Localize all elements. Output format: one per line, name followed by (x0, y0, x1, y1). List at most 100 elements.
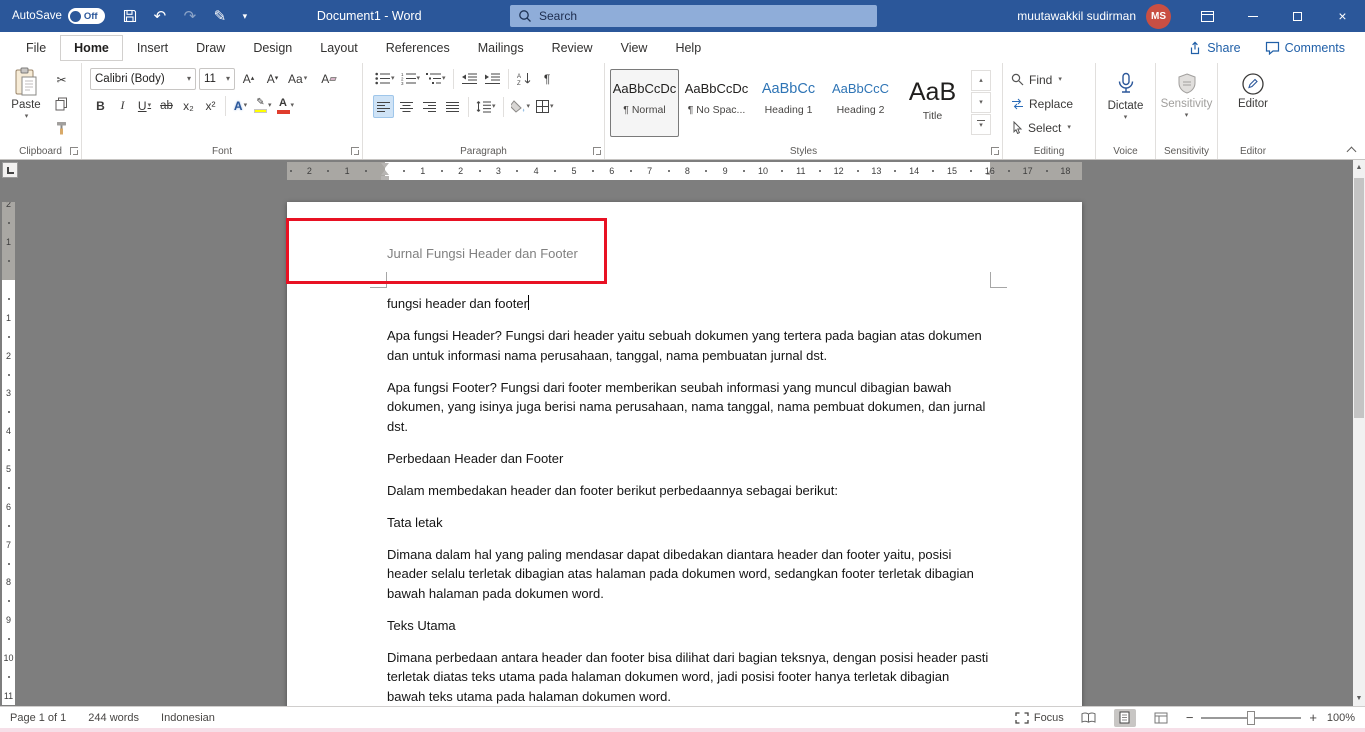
copy-button[interactable] (51, 93, 72, 115)
horizontal-ruler[interactable]: 2 1 1 2 3 4 5 6 7 8 9 10 11 12 13 14 15 16 17 18 (287, 162, 1082, 180)
ribbon-tab-design[interactable]: Design (239, 35, 306, 61)
cursor-line[interactable]: fungsi header dan footer (387, 294, 990, 314)
justify-button[interactable] (442, 95, 463, 118)
ribbon-tab-help[interactable]: Help (661, 35, 715, 61)
scrollbar-thumb[interactable] (1354, 178, 1364, 418)
account-name[interactable]: muutawakkil sudirman (1017, 9, 1136, 23)
multilevel-list-button[interactable]: ▾ (424, 67, 448, 90)
cut-button[interactable]: ✂ (51, 69, 72, 91)
first-line-indent-marker[interactable] (381, 163, 389, 168)
paragraph[interactable]: Perbedaan Header dan Footer (387, 449, 990, 469)
font-name-combo[interactable]: Calibri (Body) ▾ (90, 67, 196, 90)
autosave-pill[interactable]: Off (67, 8, 105, 24)
borders-button[interactable]: ▾ (534, 95, 556, 118)
ribbon-tab-draw[interactable]: Draw (182, 35, 239, 61)
ribbon-tab-home[interactable]: Home (60, 34, 123, 61)
maximize-button[interactable] (1275, 0, 1320, 32)
page-indicator[interactable]: Page 1 of 1 (10, 712, 66, 724)
bold-button[interactable]: B (90, 94, 111, 117)
tab-stop-selector[interactable] (2, 162, 18, 178)
pen-button[interactable]: ✎ (205, 0, 235, 32)
style-item-normal[interactable]: AaBbCcDc ¶ Normal (610, 69, 679, 137)
superscript-button[interactable]: x² (200, 94, 221, 117)
select-button[interactable]: Select ▾ (1011, 117, 1095, 138)
document-body[interactable]: fungsi header dan footer Apa fungsi Head… (387, 294, 990, 706)
editor-button[interactable]: Editor (1223, 67, 1283, 143)
style-gallery-more-button[interactable]: ▾ (971, 114, 991, 135)
language-indicator[interactable]: Indonesian (161, 712, 215, 724)
scroll-down-button[interactable]: ▼ (1353, 691, 1365, 706)
avatar[interactable]: MS (1146, 3, 1171, 29)
italic-button[interactable]: I (112, 94, 133, 117)
style-item-heading-2[interactable]: AaBbCcC Heading 2 (826, 69, 895, 137)
scroll-up-button[interactable]: ▲ (1353, 160, 1365, 175)
show-formatting-button[interactable]: ¶ (537, 67, 558, 90)
hanging-indent-marker[interactable] (381, 170, 389, 175)
save-button[interactable] (115, 0, 145, 32)
redo-button[interactable]: ↷ (175, 0, 205, 32)
align-center-button[interactable] (396, 95, 417, 118)
font-size-combo[interactable]: 11 ▾ (199, 67, 235, 90)
style-item-title[interactable]: AaB Title (898, 69, 967, 137)
increase-indent-button[interactable] (482, 67, 503, 90)
strikethrough-button[interactable]: ab (156, 94, 177, 117)
align-right-button[interactable] (419, 95, 440, 118)
dictate-button[interactable]: Dictate ▾ (1101, 67, 1150, 143)
read-mode-button[interactable] (1078, 709, 1100, 727)
print-layout-button[interactable] (1113, 708, 1136, 727)
zoom-slider-thumb[interactable] (1247, 710, 1256, 725)
align-left-button[interactable] (373, 95, 394, 118)
line-spacing-button[interactable]: ▾ (474, 95, 498, 118)
zoom-out-button[interactable]: − (1186, 710, 1194, 725)
customize-qat-button[interactable]: ▾ (235, 0, 255, 32)
zoom-level[interactable]: 100% (1325, 712, 1355, 724)
ribbon-tab-layout[interactable]: Layout (306, 35, 372, 61)
search-box[interactable] (510, 5, 877, 27)
shrink-font-button[interactable]: A ▾ (262, 67, 283, 90)
word-count[interactable]: 244 words (88, 712, 139, 724)
styles-dialog-launcher[interactable] (991, 147, 999, 155)
search-input[interactable] (539, 9, 839, 23)
font-dialog-launcher[interactable] (351, 147, 359, 155)
ribbon-tab-insert[interactable]: Insert (123, 35, 182, 61)
zoom-in-button[interactable]: + (1309, 710, 1317, 725)
share-button[interactable]: Share (1188, 41, 1241, 55)
style-item-no-spacing[interactable]: AaBbCcDc ¶ No Spac... (682, 69, 751, 137)
ribbon-display-options-button[interactable] (1185, 0, 1230, 32)
ribbon-tab-view[interactable]: View (607, 35, 662, 61)
clear-formatting-button[interactable]: A (318, 67, 339, 90)
ribbon-tab-review[interactable]: Review (538, 35, 607, 61)
paste-button[interactable]: Paste ▾ (5, 67, 47, 141)
scrollbar-track[interactable] (1353, 175, 1365, 691)
collapse-ribbon-button[interactable] (1347, 145, 1357, 154)
numbering-button[interactable]: 123 ▾ (399, 67, 423, 90)
close-button[interactable]: × (1320, 0, 1365, 32)
style-gallery-up-button[interactable]: ▴ (971, 70, 991, 91)
format-painter-button[interactable] (51, 117, 72, 139)
ribbon-tab-references[interactable]: References (372, 35, 464, 61)
font-color-button[interactable]: A ▾ (275, 94, 297, 117)
paragraph[interactable]: Apa fungsi Footer? Fungsi dari footer me… (387, 378, 990, 437)
highlight-button[interactable]: ✎ ▾ (252, 94, 274, 117)
vertical-scrollbar[interactable]: ▲ ▼ (1353, 160, 1365, 706)
change-case-button[interactable]: Aa ▾ (286, 67, 309, 90)
focus-button[interactable]: Focus (1015, 712, 1064, 724)
clipboard-dialog-launcher[interactable] (70, 147, 78, 155)
vertical-ruler[interactable]: 2 1 1 2 3 4 5 6 7 8 9 10 11 (2, 202, 15, 705)
autosave-toggle[interactable]: AutoSave Off (0, 8, 105, 24)
decrease-indent-button[interactable] (459, 67, 480, 90)
find-button[interactable]: Find ▾ (1011, 69, 1095, 90)
replace-button[interactable]: Replace (1011, 93, 1095, 114)
paragraph[interactable]: Dalam membedakan header dan footer berik… (387, 481, 990, 501)
sensitivity-button[interactable]: Sensitivity ▾ (1161, 67, 1212, 143)
paragraph-dialog-launcher[interactable] (593, 147, 601, 155)
bullets-button[interactable]: ▾ (373, 67, 397, 90)
shading-button[interactable]: ▾ (509, 95, 533, 118)
paragraph[interactable]: Teks Utama (387, 616, 990, 636)
style-item-heading-1[interactable]: AaBbCc Heading 1 (754, 69, 823, 137)
undo-button[interactable]: ↶ (145, 0, 175, 32)
underline-button[interactable]: U ▾ (134, 94, 155, 117)
left-indent-marker[interactable] (381, 175, 389, 180)
web-layout-button[interactable] (1150, 709, 1172, 727)
paragraph[interactable]: Tata letak (387, 513, 990, 533)
